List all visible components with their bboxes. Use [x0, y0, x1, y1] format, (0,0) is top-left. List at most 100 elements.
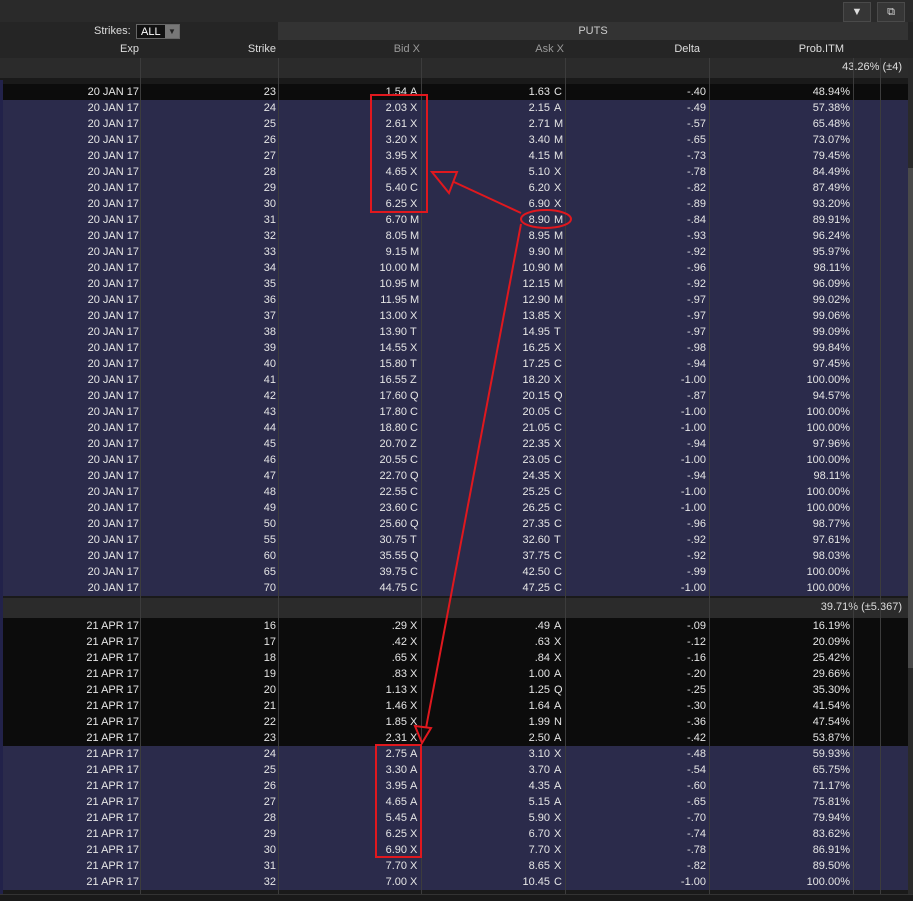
- ask-cell[interactable]: 1.64: [422, 698, 550, 714]
- bid-cell[interactable]: 22.70: [280, 468, 407, 484]
- bid-cell[interactable]: 2.31: [280, 730, 407, 746]
- table-row[interactable]: 21 APR 17 28 5.45 A 5.90 X -.70 79.94%: [0, 810, 908, 826]
- table-row[interactable]: 20 JAN 17 40 15.80 T 17.25 C -.94 97.45%: [0, 356, 908, 372]
- bid-cell[interactable]: 17.60: [280, 388, 407, 404]
- table-row[interactable]: 21 APR 17 22 1.85 X 1.99 N -.36 47.54%: [0, 714, 908, 730]
- bid-cell[interactable]: 35.55: [280, 548, 407, 564]
- ask-cell[interactable]: 23.05: [422, 452, 550, 468]
- bid-cell[interactable]: 6.25: [280, 826, 407, 842]
- bid-cell[interactable]: 39.75: [280, 564, 407, 580]
- ask-cell[interactable]: 5.90: [422, 810, 550, 826]
- bid-cell[interactable]: 5.45: [280, 810, 407, 826]
- ask-cell[interactable]: 4.35: [422, 778, 550, 794]
- bid-cell[interactable]: 10.00: [280, 260, 407, 276]
- table-row[interactable]: 21 APR 17 19 .83 X 1.00 A -.20 29.66%: [0, 666, 908, 682]
- ask-cell[interactable]: 1.63: [422, 84, 550, 100]
- table-row[interactable]: 21 APR 17 26 3.95 A 4.35 A -.60 71.17%: [0, 778, 908, 794]
- ask-cell[interactable]: 2.50: [422, 730, 550, 746]
- table-row[interactable]: 20 JAN 17 23 1.54 A 1.63 C -.40 48.94%: [0, 84, 908, 100]
- ask-cell[interactable]: 4.15: [422, 148, 550, 164]
- ask-cell[interactable]: 37.75: [422, 548, 550, 564]
- bid-cell[interactable]: 8.05: [280, 228, 407, 244]
- ask-cell[interactable]: 9.90: [422, 244, 550, 260]
- table-row[interactable]: 21 APR 17 32 7.00 X 10.45 C -1.00 100.00%: [0, 874, 908, 890]
- bid-cell[interactable]: 4.65: [280, 794, 407, 810]
- bid-cell[interactable]: 3.30: [280, 762, 407, 778]
- table-row[interactable]: 20 JAN 17 26 3.20 X 3.40 M -.65 73.07%: [0, 132, 908, 148]
- ask-cell[interactable]: 27.35: [422, 516, 550, 532]
- table-row[interactable]: 21 APR 17 17.42 X .63 X -.12 20.09%: [0, 634, 908, 650]
- ask-cell[interactable]: 32.60: [422, 532, 550, 548]
- ask-cell[interactable]: 25.25: [422, 484, 550, 500]
- ask-cell[interactable]: 1.00: [422, 666, 550, 682]
- table-row[interactable]: 20 JAN 17 28 4.65 X 5.10 X -.78 84.49%: [0, 164, 908, 180]
- table-row[interactable]: 20 JAN 17 49 23.60 C 26.25 C -1.00 100.00%: [0, 500, 908, 516]
- table-row[interactable]: 20 JAN 17 32 8.05 M 8.95 M -.93 96.24%: [0, 228, 908, 244]
- bid-cell[interactable]: 14.55: [280, 340, 407, 356]
- bid-cell[interactable]: 9.15: [280, 244, 407, 260]
- col-header-exp[interactable]: Exp: [0, 40, 139, 58]
- table-row[interactable]: 20 JAN 17 31 6.70 M 8.90 M -.84 89.91%: [0, 212, 908, 228]
- table-row[interactable]: 20 JAN 17 45 20.70 Z 22.35 X -.94 97.96%: [0, 436, 908, 452]
- bid-cell[interactable]: 2.75: [280, 746, 407, 762]
- ask-cell[interactable]: 3.40: [422, 132, 550, 148]
- col-header-ask[interactable]: Ask X: [422, 40, 564, 58]
- ask-cell[interactable]: 42.50: [422, 564, 550, 580]
- bid-cell[interactable]: 1.46: [280, 698, 407, 714]
- ask-cell[interactable]: 1.25: [422, 682, 550, 698]
- col-header-delta[interactable]: Delta: [566, 40, 700, 58]
- table-row[interactable]: 21 APR 17 29 6.25 X 6.70 X -.74 83.62%: [0, 826, 908, 842]
- table-row[interactable]: 20 JAN 17 33 9.15 M 9.90 M -.92 95.97%: [0, 244, 908, 260]
- triangle-down-icon[interactable]: ▼: [843, 2, 871, 22]
- bid-cell[interactable]: 3.95: [280, 148, 407, 164]
- table-row[interactable]: 20 JAN 17 46 20.55 C 23.05 C -1.00 100.00%: [0, 452, 908, 468]
- table-row[interactable]: 21 APR 17 31 7.70 X 8.65 X -.82 89.50%: [0, 858, 908, 874]
- bid-cell[interactable]: 23.60: [280, 500, 407, 516]
- table-row[interactable]: 20 JAN 17 27 3.95 X 4.15 M -.73 79.45%: [0, 148, 908, 164]
- bid-cell[interactable]: 5.40: [280, 180, 407, 196]
- ask-cell[interactable]: 6.20: [422, 180, 550, 196]
- bid-cell[interactable]: 6.90: [280, 842, 407, 858]
- ask-cell[interactable]: 10.45: [422, 874, 550, 890]
- col-header-bid[interactable]: Bid X: [280, 40, 420, 58]
- table-row[interactable]: 20 JAN 17 55 30.75 T 32.60 T -.92 97.61%: [0, 532, 908, 548]
- table-row[interactable]: 20 JAN 17 35 10.95 M 12.15 M -.92 96.09%: [0, 276, 908, 292]
- ask-cell[interactable]: 3.10: [422, 746, 550, 762]
- bid-cell[interactable]: 6.70: [280, 212, 407, 228]
- table-row[interactable]: 21 APR 17 20 1.13 X 1.25 Q -.25 35.30%: [0, 682, 908, 698]
- table-row[interactable]: 20 JAN 17 44 18.80 C 21.05 C -1.00 100.00%: [0, 420, 908, 436]
- bid-cell[interactable]: 25.60: [280, 516, 407, 532]
- bid-cell[interactable]: .42: [280, 634, 407, 650]
- popout-icon[interactable]: ⧉: [877, 2, 905, 22]
- table-row[interactable]: 20 JAN 17 43 17.80 C 20.05 C -1.00 100.00%: [0, 404, 908, 420]
- ask-cell[interactable]: 12.90: [422, 292, 550, 308]
- table-row[interactable]: 20 JAN 17 48 22.55 C 25.25 C -1.00 100.00%: [0, 484, 908, 500]
- ask-cell[interactable]: 6.90: [422, 196, 550, 212]
- bid-cell[interactable]: 3.95: [280, 778, 407, 794]
- ask-cell[interactable]: 17.25: [422, 356, 550, 372]
- ask-cell[interactable]: 6.70: [422, 826, 550, 842]
- bid-cell[interactable]: .65: [280, 650, 407, 666]
- bid-cell[interactable]: 6.25: [280, 196, 407, 212]
- table-row[interactable]: 20 JAN 17 37 13.00 X 13.85 X -.97 99.06%: [0, 308, 908, 324]
- bid-cell[interactable]: .29: [280, 618, 407, 634]
- ask-cell[interactable]: 14.95: [422, 324, 550, 340]
- ask-cell[interactable]: 18.20: [422, 372, 550, 388]
- bid-cell[interactable]: 3.20: [280, 132, 407, 148]
- table-row[interactable]: 21 APR 17 21 1.46 X 1.64 A -.30 41.54%: [0, 698, 908, 714]
- col-header-strike[interactable]: Strike: [141, 40, 276, 58]
- bid-cell[interactable]: 13.90: [280, 324, 407, 340]
- scrollbar-thumb[interactable]: [908, 168, 913, 668]
- bid-cell[interactable]: 10.95: [280, 276, 407, 292]
- ask-cell[interactable]: 16.25: [422, 340, 550, 356]
- table-row[interactable]: 20 JAN 17 38 13.90 T 14.95 T -.97 99.09%: [0, 324, 908, 340]
- table-row[interactable]: 20 JAN 17 47 22.70 Q 24.35 X -.94 98.11%: [0, 468, 908, 484]
- ask-cell[interactable]: .63: [422, 634, 550, 650]
- ask-cell[interactable]: 10.90: [422, 260, 550, 276]
- ask-cell[interactable]: 26.25: [422, 500, 550, 516]
- ask-cell[interactable]: 8.95: [422, 228, 550, 244]
- bid-cell[interactable]: 11.95: [280, 292, 407, 308]
- ask-cell[interactable]: .84: [422, 650, 550, 666]
- bid-cell[interactable]: 2.03: [280, 100, 407, 116]
- bid-cell[interactable]: 2.61: [280, 116, 407, 132]
